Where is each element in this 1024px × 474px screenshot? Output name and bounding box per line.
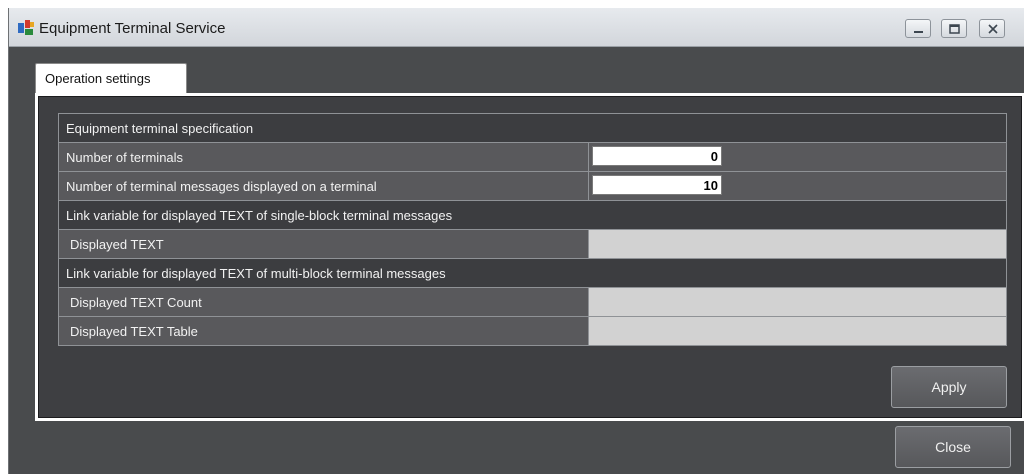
minimize-button[interactable] — [905, 19, 931, 38]
panel-content: Equipment terminal specification Number … — [38, 96, 1022, 418]
close-icon — [988, 24, 998, 34]
number-of-terminals-label: Number of terminals — [66, 150, 184, 165]
section-header-label: Link variable for displayed TEXT of mult… — [66, 266, 446, 281]
row-displayed-text-table: Displayed TEXT Table — [59, 317, 1007, 346]
row-displayed-text-count: Displayed TEXT Count — [59, 288, 1007, 317]
displayed-text-count-label: Displayed TEXT Count — [70, 295, 202, 310]
section-header-label: Link variable for displayed TEXT of sing… — [66, 208, 453, 223]
number-of-terminals-input[interactable] — [592, 146, 722, 166]
tab-operation-settings[interactable]: Operation settings — [35, 63, 187, 93]
maximize-icon — [949, 24, 960, 34]
section-header-label: Equipment terminal specification — [66, 121, 254, 136]
app-window: Equipment Terminal Service Operation set… — [8, 8, 1024, 474]
settings-grid: Equipment terminal specification Number … — [58, 113, 1007, 346]
section-header-single-block: Link variable for displayed TEXT of sing… — [59, 201, 1007, 230]
displayed-text-label: Displayed TEXT — [70, 237, 164, 252]
title-bar[interactable]: Equipment Terminal Service — [9, 8, 1024, 47]
section-header-spec: Equipment terminal specification — [59, 114, 1007, 143]
operation-settings-panel: Equipment terminal specification Number … — [35, 93, 1024, 421]
maximize-button[interactable] — [941, 19, 967, 38]
app-icon — [18, 20, 34, 35]
row-number-of-terminals: Number of terminals — [59, 143, 1007, 172]
displayed-text-table-label: Displayed TEXT Table — [70, 324, 198, 339]
apply-button[interactable]: Apply — [891, 366, 1007, 408]
displayed-text-count-field[interactable] — [589, 288, 1007, 316]
number-of-messages-input[interactable] — [592, 175, 722, 195]
window-title: Equipment Terminal Service — [39, 20, 226, 37]
displayed-text-field[interactable] — [589, 230, 1007, 258]
section-header-multi-block: Link variable for displayed TEXT of mult… — [59, 259, 1007, 288]
number-of-messages-label: Number of terminal messages displayed on… — [66, 179, 377, 194]
row-displayed-text: Displayed TEXT — [59, 230, 1007, 259]
displayed-text-table-field[interactable] — [589, 317, 1007, 345]
tab-label: Operation settings — [45, 71, 151, 86]
minimize-icon — [914, 31, 923, 33]
close-window-button[interactable] — [979, 19, 1005, 38]
close-button[interactable]: Close — [895, 426, 1011, 468]
row-number-of-messages: Number of terminal messages displayed on… — [59, 172, 1007, 201]
